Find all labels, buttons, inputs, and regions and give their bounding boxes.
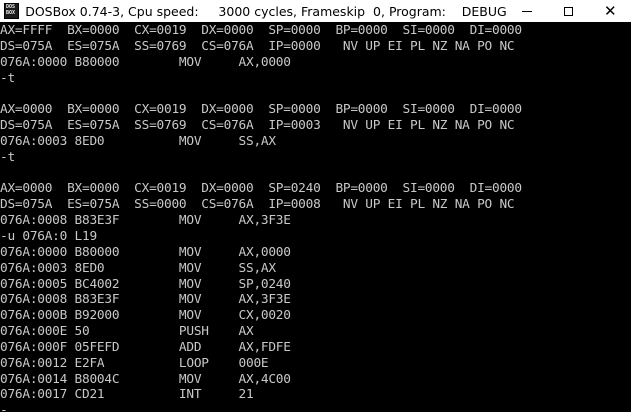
console-line: 076A:000F 05FEFD ADD AX,FDFE xyxy=(0,339,291,355)
dosbox-app-icon[interactable]: DOS BOX xyxy=(4,3,20,19)
console-line: 076A:0005 BC4002 MOV SP,0240 xyxy=(0,276,291,292)
console-line: 076A:0017 CD21 INT 21 xyxy=(0,387,254,403)
window-title: DOSBox 0.74-3, Cpu speed: 3000 cycles, F… xyxy=(25,3,507,19)
maximize-icon xyxy=(564,6,574,16)
console-line: 076A:0014 B8004C MOV AX,4C00 xyxy=(0,371,291,387)
console-line: 076A:000E 50 PUSH AX xyxy=(0,324,254,340)
console-line: AX=0000 BX=0000 CX=0019 DX=0000 SP=0000 … xyxy=(0,102,522,118)
console-line: AX=0000 BX=0000 CX=0019 DX=0000 SP=0240 … xyxy=(0,181,522,197)
maximize-button[interactable] xyxy=(548,0,589,22)
minimize-icon xyxy=(522,10,533,12)
icon-text-bottom: BOX xyxy=(6,10,16,16)
console-line: 076A:0000 B80000 MOV AX,0000 xyxy=(0,244,291,260)
console-line: 076A:000B B92000 MOV CX,0020 xyxy=(0,308,291,324)
console-line: DS=075A ES=075A SS=0000 CS=076A IP=0008 … xyxy=(0,197,515,213)
console-line: DS=075A ES=075A SS=0769 CS=076A IP=0000 … xyxy=(0,38,515,54)
minimize-button[interactable] xyxy=(507,0,548,22)
console-line: 076A:0003 8ED0 MOV SS,AX xyxy=(0,260,276,276)
dosbox-window: DOS BOX DOSBox 0.74-3, Cpu speed: 3000 c… xyxy=(0,0,631,412)
title-bar[interactable]: DOS BOX DOSBox 0.74-3, Cpu speed: 3000 c… xyxy=(0,0,631,22)
console-line: -t xyxy=(0,70,15,86)
console-line: 076A:0000 B80000 MOV AX,0000 xyxy=(0,54,291,70)
close-icon: ✕ xyxy=(603,2,617,20)
console-line: 076A:0003 8ED0 MOV SS,AX xyxy=(0,133,276,149)
console-line: 076A:0012 E2FA LOOP 000E xyxy=(0,355,269,371)
close-button[interactable]: ✕ xyxy=(590,0,631,22)
console-line: - xyxy=(0,403,8,412)
dos-console[interactable]: AX=FFFF BX=0000 CX=0019 DX=0000 SP=0000 … xyxy=(0,23,631,412)
console-line: AX=FFFF BX=0000 CX=0019 DX=0000 SP=0000 … xyxy=(0,23,522,38)
console-line: 076A:0008 B83E3F MOV AX,3F3E xyxy=(0,292,291,308)
console-line: -u 076A:0 L19 xyxy=(0,228,97,244)
console-line: 076A:0008 B83E3F MOV AX,3F3E xyxy=(0,213,291,229)
console-line: -t xyxy=(0,149,15,165)
console-line: DS=075A ES=075A SS=0769 CS=076A IP=0003 … xyxy=(0,118,515,134)
